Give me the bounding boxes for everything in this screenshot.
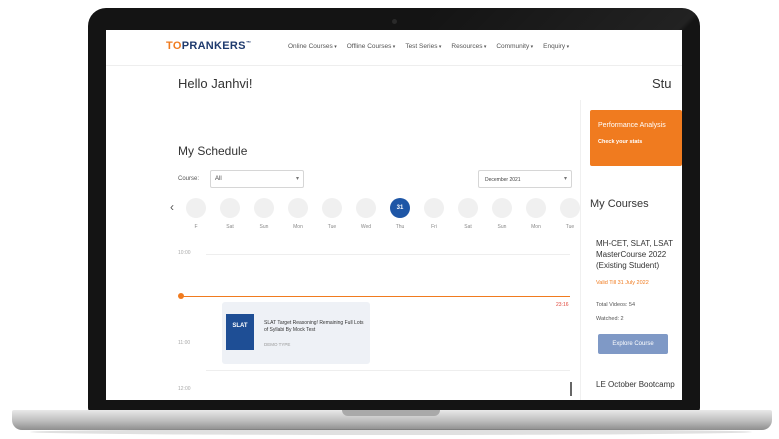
day-circle bbox=[424, 198, 444, 218]
day-circle bbox=[288, 198, 308, 218]
right-heading: Stu bbox=[652, 76, 672, 91]
event-meta: DEMO TYPE bbox=[264, 342, 291, 347]
day-label: Tue bbox=[565, 224, 575, 230]
day-label: Mon bbox=[531, 224, 541, 230]
event-thumbnail: SLAT bbox=[226, 314, 254, 350]
nav-links: Online Courses Offline Courses Test Seri… bbox=[288, 43, 569, 50]
schedule-title: My Schedule bbox=[178, 144, 248, 158]
day-circle bbox=[220, 198, 240, 218]
day-label: Wed bbox=[360, 224, 372, 230]
chevron-down-icon: ▾ bbox=[295, 176, 299, 182]
course-watched: Watched: 2 bbox=[596, 316, 624, 322]
now-time-label: 23:16 bbox=[556, 302, 569, 308]
day-item[interactable]: Sun bbox=[492, 198, 512, 230]
now-line bbox=[182, 296, 570, 297]
course-validity: Valid Till 31 July 2022 bbox=[596, 280, 649, 286]
day-label: Mon bbox=[293, 224, 303, 230]
performance-card[interactable]: Performance Analysis Check your stats bbox=[590, 110, 682, 166]
day-circle bbox=[560, 198, 580, 218]
chevron-down-icon: ▾ bbox=[563, 176, 567, 182]
performance-title: Performance Analysis bbox=[598, 122, 666, 129]
time-label: 12:00 bbox=[178, 386, 191, 392]
day-label: Sat bbox=[226, 224, 234, 230]
day-label: Thu bbox=[395, 224, 405, 230]
day-item[interactable]: Tue bbox=[322, 198, 342, 230]
day-item[interactable]: Tue bbox=[560, 198, 580, 230]
explore-course-button[interactable]: Explore Course bbox=[598, 334, 668, 354]
day-circle bbox=[186, 198, 206, 218]
day-circle bbox=[254, 198, 274, 218]
nav-community[interactable]: Community bbox=[496, 43, 533, 50]
scroll-indicator[interactable] bbox=[570, 382, 572, 396]
laptop-screen: TOPRANKERS™ Online Courses Offline Cours… bbox=[106, 30, 682, 400]
prev-days-chevron-icon[interactable]: ‹ bbox=[170, 200, 174, 214]
laptop-notch bbox=[342, 410, 440, 416]
day-circle bbox=[356, 198, 376, 218]
nav-resources[interactable]: Resources bbox=[451, 43, 486, 50]
day-circle bbox=[492, 198, 512, 218]
day-label: Sat bbox=[464, 224, 472, 230]
day-item[interactable]: Sat bbox=[220, 198, 240, 230]
time-label: 10:00 bbox=[178, 250, 191, 256]
nav-online-courses[interactable]: Online Courses bbox=[288, 43, 337, 50]
nav-offline-courses[interactable]: Offline Courses bbox=[347, 43, 396, 50]
day-label: Tue bbox=[327, 224, 337, 230]
day-label: F bbox=[194, 224, 198, 230]
day-item[interactable]: Fri bbox=[424, 198, 444, 230]
laptop-mockup: TOPRANKERS™ Online Courses Offline Cours… bbox=[0, 0, 779, 439]
logo[interactable]: TOPRANKERS™ bbox=[166, 40, 251, 52]
day-item[interactable]: Mon bbox=[288, 198, 308, 230]
day-label: Fri bbox=[431, 224, 437, 230]
day-item[interactable]: Wed bbox=[356, 198, 376, 230]
day-item-active[interactable]: 31 Thu bbox=[390, 198, 410, 230]
schedule-event-card[interactable]: SLAT SLAT Target Reasoning! Remaining Fu… bbox=[222, 302, 370, 364]
column-divider bbox=[580, 100, 581, 400]
nav-enquiry[interactable]: Enquiry bbox=[543, 43, 569, 50]
course-select-value: All bbox=[215, 176, 222, 182]
course-total-videos: Total Videos: 54 bbox=[596, 302, 636, 308]
course-name: MH-CET, SLAT, LSAT MasterCourse 2022 (Ex… bbox=[596, 239, 673, 270]
laptop-shadow bbox=[30, 429, 752, 435]
next-course-name: LE October Bootcamp bbox=[596, 380, 675, 389]
day-item[interactable]: Sat bbox=[458, 198, 478, 230]
day-item[interactable]: Sun bbox=[254, 198, 274, 230]
day-item[interactable]: F bbox=[186, 198, 206, 230]
timeline-row bbox=[206, 254, 570, 255]
month-select-value: December 2021 bbox=[485, 177, 521, 183]
performance-link[interactable]: Check your stats bbox=[598, 139, 642, 145]
timeline-row bbox=[206, 370, 570, 371]
webcam bbox=[392, 19, 397, 24]
course-select[interactable]: All ▾ bbox=[210, 170, 304, 188]
day-circle: 31 bbox=[390, 198, 410, 218]
course-filter-label: Course: bbox=[178, 176, 200, 182]
day-circle bbox=[526, 198, 546, 218]
day-label: Sun bbox=[259, 224, 269, 230]
day-circle bbox=[458, 198, 478, 218]
month-select[interactable]: December 2021 ▾ bbox=[478, 170, 572, 188]
day-strip: F Sat Sun Mon Tue Wed 31 Thu Fri Sat Sun … bbox=[186, 198, 580, 238]
my-courses-title: My Courses bbox=[590, 198, 649, 210]
greeting: Hello Janhvi! bbox=[178, 76, 253, 91]
time-label: 11:00 bbox=[178, 340, 191, 346]
nav-test-series[interactable]: Test Series bbox=[405, 43, 441, 50]
day-label: Sun bbox=[497, 224, 507, 230]
event-title: SLAT Target Reasoning! Remaining Full Lo… bbox=[264, 320, 364, 333]
top-nav: TOPRANKERS™ Online Courses Offline Cours… bbox=[106, 30, 682, 66]
day-item[interactable]: Mon bbox=[526, 198, 546, 230]
day-circle bbox=[322, 198, 342, 218]
